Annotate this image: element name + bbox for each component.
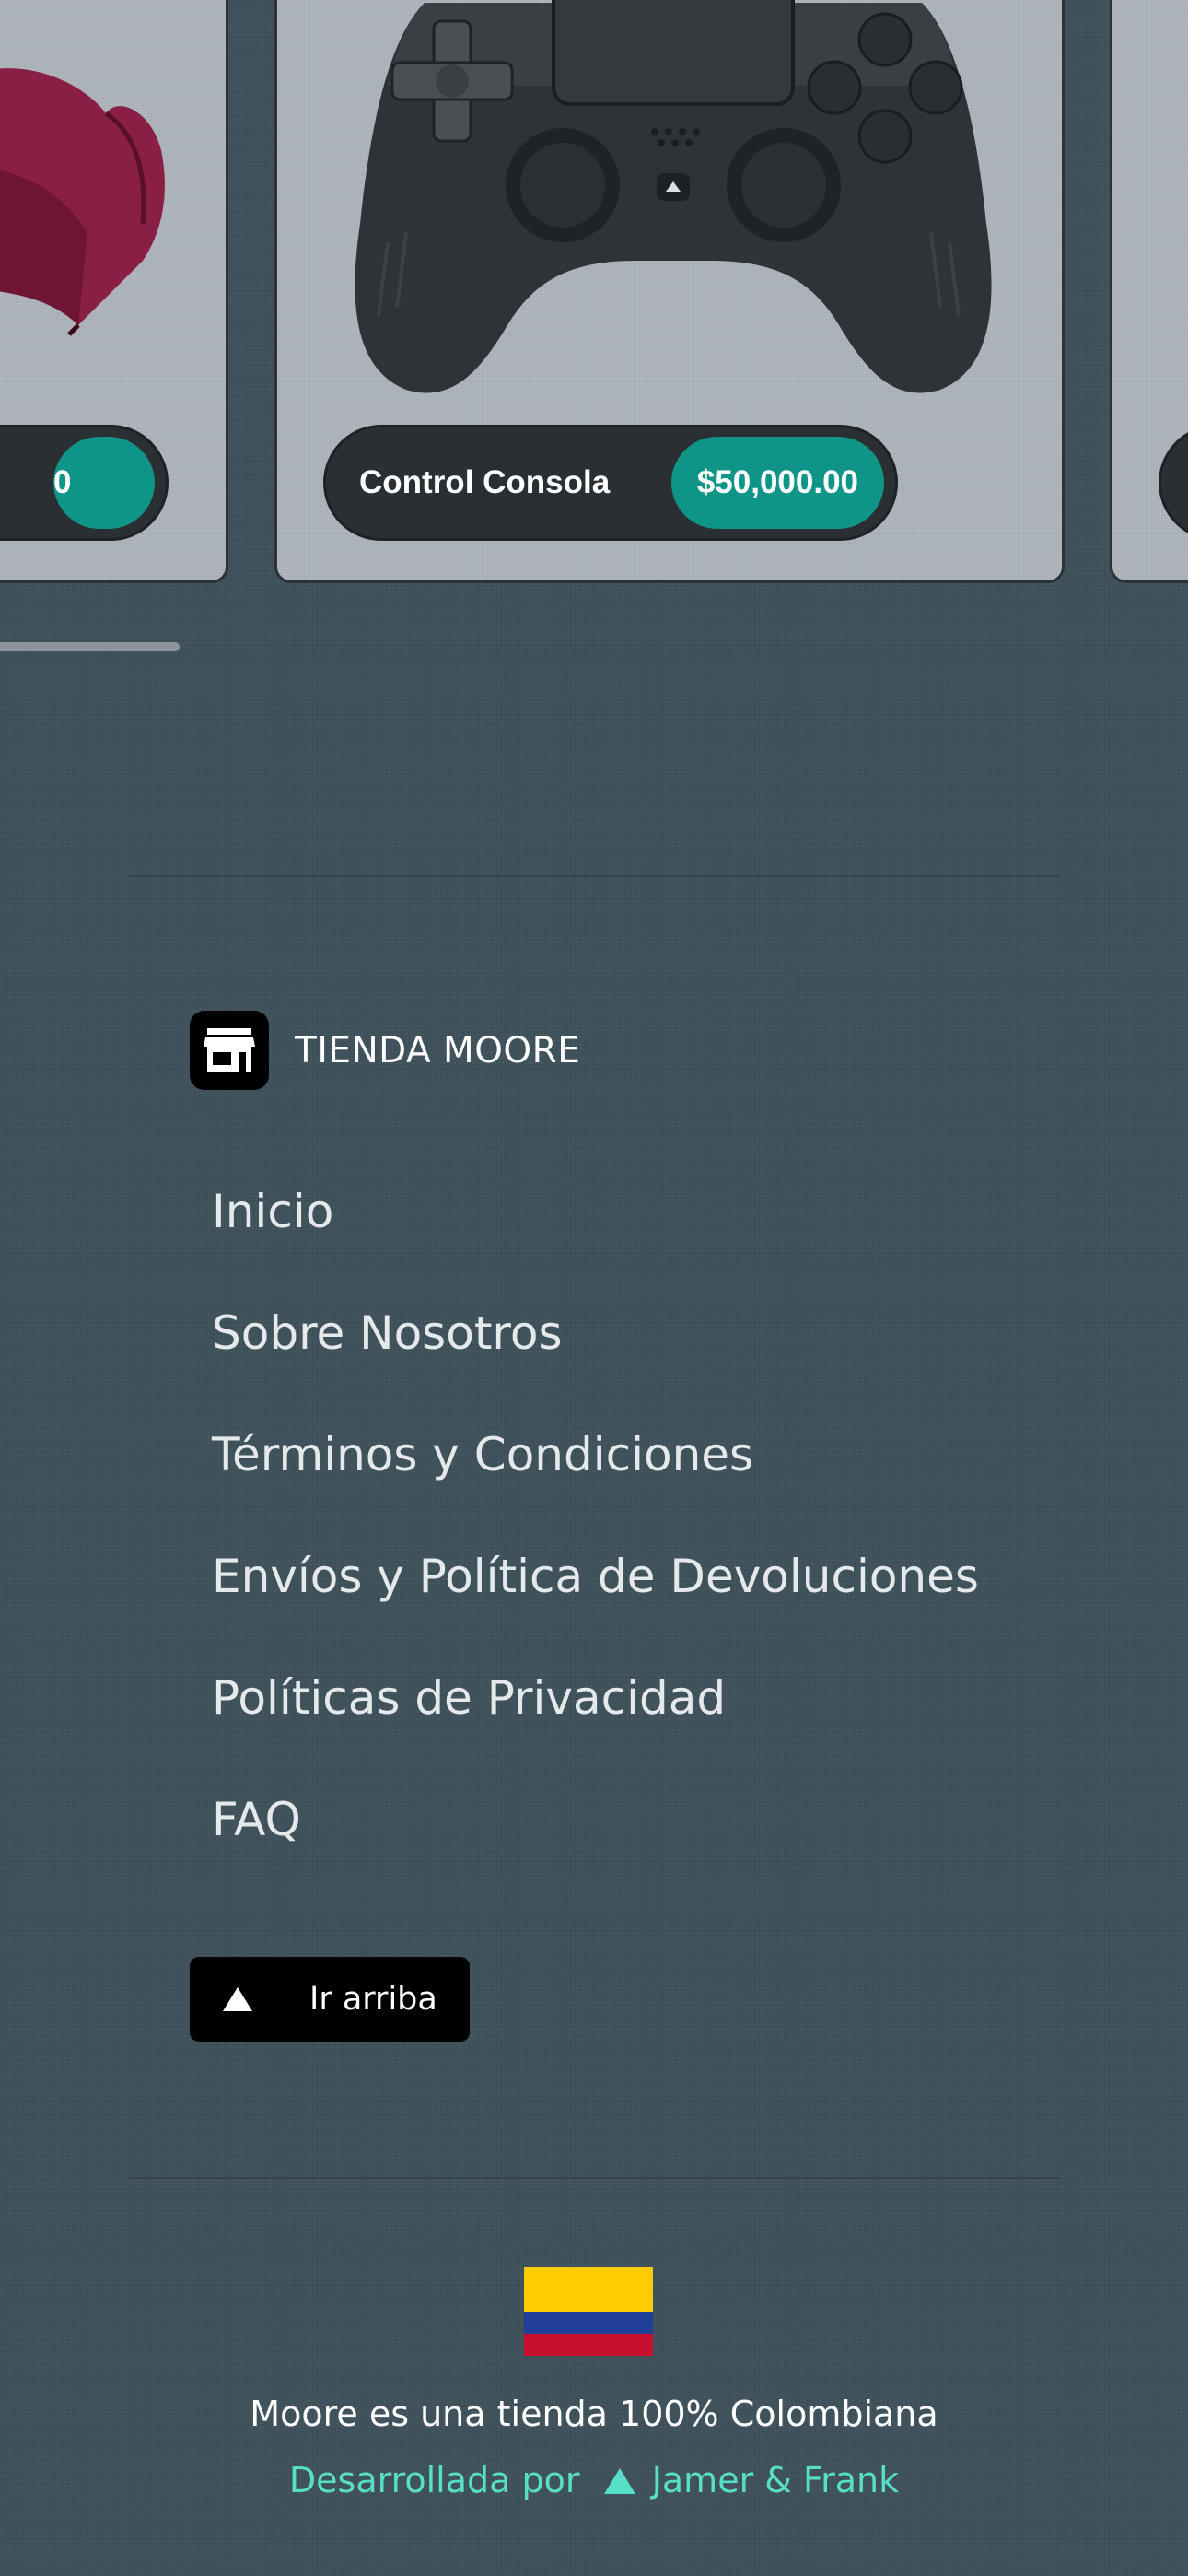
colombia-flag-icon [524,2267,653,2356]
footer-bottom-divider [129,2177,1059,2179]
game-controller-product-image [355,0,992,393]
triangle-up-icon [603,2468,635,2494]
back-to-top-button[interactable]: Ir arriba [190,1957,470,2042]
product-price: 0 [53,437,155,529]
footer-tagline: Moore es una tienda 100% Colombiana [250,2394,938,2434]
carousel-scroll-indicator[interactable] [0,642,180,651]
product-card[interactable]: 0 [0,0,228,583]
footer-nav: Inicio Sobre Nosotros Términos y Condici… [212,1179,979,1909]
product-carousel[interactable]: 0 Control Consola $50,000.00 [0,0,1188,590]
footer-top-divider [129,875,1059,877]
footer-link-inicio[interactable]: Inicio [212,1179,979,1301]
triangle-up-icon [223,1987,252,2011]
footer-credit[interactable]: Desarrollada por Jamer & Frank [0,2460,1188,2500]
footer-link-faq[interactable]: FAQ [212,1787,979,1909]
credit-authors[interactable]: Jamer & Frank [652,2460,899,2500]
footer-link-sobre-nosotros[interactable]: Sobre Nosotros [212,1301,979,1423]
product-price: $50,000.00 [670,437,884,529]
back-to-top-label: Ir arriba [309,1981,437,2018]
credit-prefix: Desarrollada por [288,2460,580,2500]
brand-name: TIENDA MOORE [295,1029,581,1071]
footer-link-envios[interactable]: Envíos y Política de Devoluciones [212,1544,979,1666]
footer-brand[interactable]: TIENDA MOORE [190,1011,580,1090]
product-price-pill[interactable]: Control Consola $50,000.00 [323,425,898,541]
product-name: Control Consola [359,464,611,500]
store-icon [190,1011,269,1090]
chair-product-image [0,68,165,336]
product-card[interactable]: Control Consola $50,000.00 [274,0,1065,583]
product-card[interactable] [1110,0,1188,583]
footer-link-privacidad[interactable]: Políticas de Privacidad [212,1666,979,1787]
product-price-pill[interactable] [1159,425,1188,541]
product-price-pill[interactable]: 0 [0,425,169,541]
footer-link-terminos[interactable]: Términos y Condiciones [212,1423,979,1544]
